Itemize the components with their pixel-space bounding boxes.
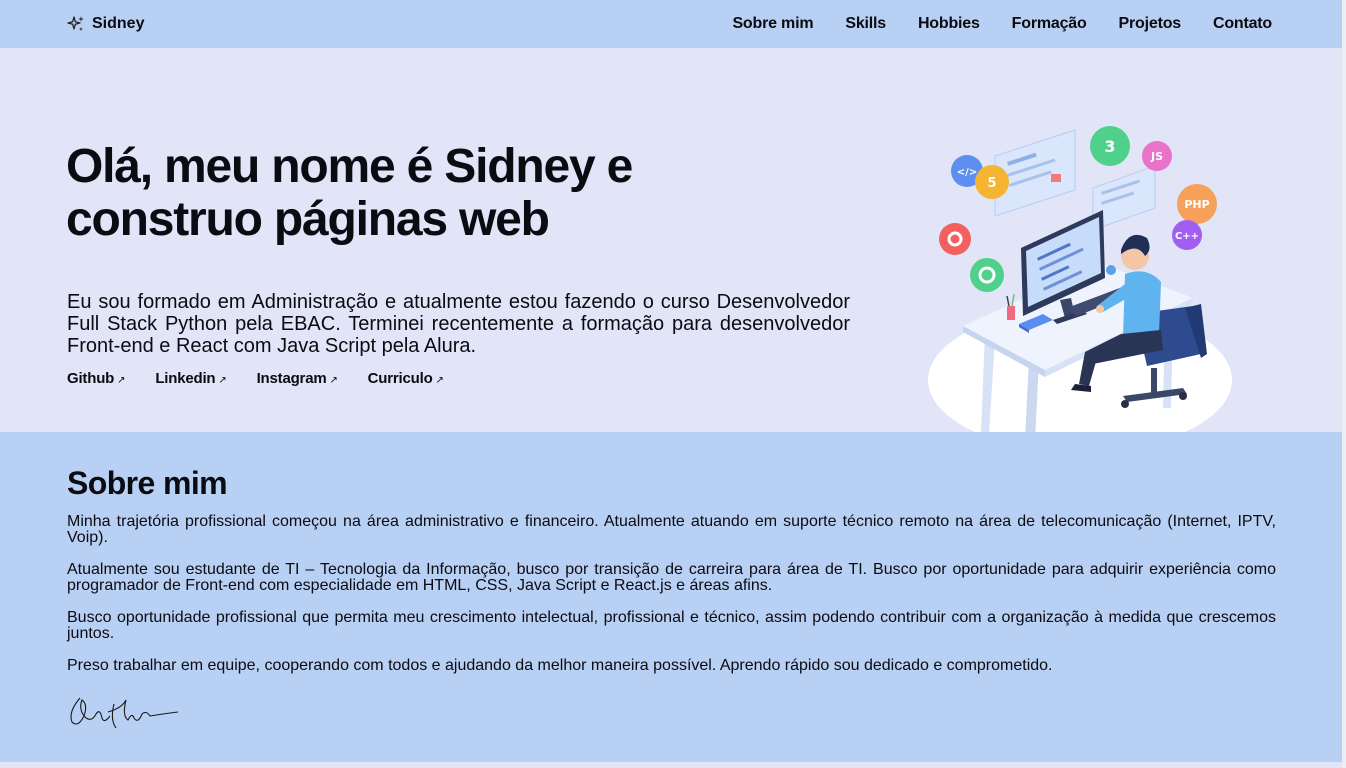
svg-text:JS: JS — [1150, 150, 1163, 163]
nav-link-contato[interactable]: Contato — [1213, 15, 1272, 33]
external-arrow-icon: ↗ — [117, 375, 126, 386]
scrollbar-track[interactable] — [1342, 0, 1346, 768]
svg-text:C++: C++ — [1175, 231, 1199, 242]
brand-logo[interactable]: Sidney — [66, 13, 144, 35]
nav-link-skills[interactable]: Skills — [845, 15, 886, 33]
next-section-edge — [0, 762, 1342, 768]
navbar: Sidney Sobre mim Skills Hobbies Formação… — [0, 0, 1342, 48]
sparkles-icon — [67, 16, 84, 31]
about-paragraph: Preso trabalhar em equipe, cooperando co… — [67, 657, 1053, 674]
svg-text:</>: </> — [957, 167, 977, 178]
instagram-link-label: Instagram — [256, 370, 327, 387]
about-title: Sobre mim — [67, 465, 228, 501]
github-link[interactable]: Github ↗ — [67, 370, 126, 387]
signature-image — [70, 697, 179, 729]
svg-text:PHP: PHP — [1184, 198, 1209, 211]
about-paragraph: Atualmente sou estudante de TI – Tecnolo… — [67, 561, 1276, 594]
svg-text:3: 3 — [1104, 137, 1115, 156]
external-arrow-icon: ↗ — [218, 375, 227, 386]
hero-title: Olá, meu nome é Sidney e construo página… — [66, 140, 633, 246]
curriculo-link-label: Curriculo — [367, 370, 433, 387]
svg-text:5: 5 — [987, 176, 996, 191]
instagram-link[interactable]: Instagram ↗ — [257, 370, 338, 387]
linkedin-link-label: Linkedin — [155, 370, 216, 387]
nav-link-projetos[interactable]: Projetos — [1119, 15, 1182, 33]
about-text: Minha trajetória profissional começou na… — [67, 514, 1276, 690]
nav-link-hobbies[interactable]: Hobbies — [918, 15, 980, 33]
about-paragraph: Busco oportunidade profissional que perm… — [67, 609, 1276, 642]
external-arrow-icon: ↗ — [435, 375, 444, 386]
main-nav: Sobre mim Skills Hobbies Formação Projet… — [732, 0, 1272, 48]
nav-link-sobre-mim[interactable]: Sobre mim — [732, 15, 813, 33]
brand-name: Sidney — [92, 15, 145, 32]
github-link-label: Github — [67, 370, 115, 387]
hero-section: Olá, meu nome é Sidney e construo página… — [0, 48, 1342, 452]
external-arrow-icon: ↗ — [329, 375, 338, 386]
linkedin-link[interactable]: Linkedin ↗ — [155, 370, 226, 387]
hero-description: Eu sou formado em Administração e atualm… — [67, 291, 850, 357]
about-paragraph: Minha trajetória profissional começou na… — [67, 513, 1276, 546]
about-section: Sobre mim Minha trajetória profissional … — [0, 432, 1342, 762]
social-links: Github ↗ Linkedin ↗ Instagram ↗ Curricul… — [67, 370, 444, 387]
developer-illustration: </> 5 3 JS PHP C++ — [928, 126, 1232, 452]
curriculo-link[interactable]: Curriculo ↗ — [368, 370, 444, 387]
nav-link-formacao[interactable]: Formação — [1012, 15, 1087, 33]
